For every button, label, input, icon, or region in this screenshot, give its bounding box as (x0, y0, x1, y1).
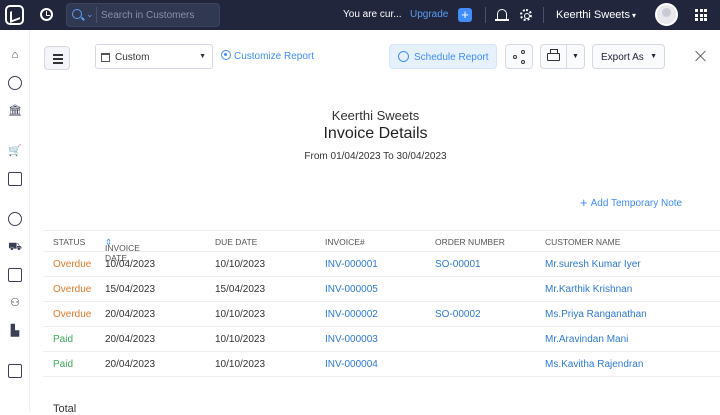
search-icon[interactable] (72, 9, 82, 19)
banking-icon[interactable]: 🏛 (8, 104, 22, 118)
status-cell: Overdue (53, 259, 92, 270)
time-tracking-icon[interactable] (8, 212, 22, 226)
status-cell: Overdue (53, 309, 92, 320)
notifications-bell-icon[interactable] (495, 9, 509, 21)
add-note-label: Add Temporary Note (590, 198, 683, 209)
table-row: Overdue 20/04/2023 10/10/2023 INV-000002… (43, 302, 720, 327)
accountant-icon[interactable] (8, 268, 22, 282)
column-header-invoice-date[interactable]: INVOICE DATE ⇕ (105, 237, 140, 263)
caret-down-icon: ▼ (650, 53, 657, 60)
schedule-report-button[interactable]: Schedule Report (389, 44, 497, 69)
search-box[interactable]: ⌄ (66, 3, 220, 27)
status-cell: Overdue (53, 284, 92, 295)
search-input[interactable] (101, 7, 216, 23)
chevron-down-icon[interactable]: ⌄ (86, 9, 94, 20)
invoice-link[interactable]: INV-000004 (325, 359, 378, 370)
settings-icon (221, 50, 231, 60)
top-bar: ⌄ You are cur... Upgrade + Keerthi Sweet… (0, 0, 720, 30)
table-row: Paid 20/04/2023 10/10/2023 INV-000003 Mr… (43, 327, 720, 352)
close-icon[interactable] (695, 50, 707, 62)
divider (485, 7, 486, 23)
divider (543, 7, 544, 23)
order-link[interactable]: SO-00002 (435, 309, 481, 320)
user-avatar[interactable] (655, 3, 678, 26)
customize-report-link[interactable]: Customize Report (221, 50, 314, 62)
search-divider (96, 7, 97, 23)
table-header: STATUS INVOICE DATE ⇕ DUE DATE INVOICE# … (43, 230, 720, 263)
print-button[interactable]: ▼ (540, 44, 585, 69)
customer-link[interactable]: Mr.Aravindan Mani (545, 334, 628, 345)
add-temporary-note-link[interactable]: + Add Temporary Note (580, 195, 682, 210)
table-row: Overdue 10/04/2023 10/10/2023 INV-000001… (43, 252, 720, 277)
status-cell: Paid (53, 359, 74, 370)
due-date-cell: 10/10/2023 (215, 334, 266, 345)
customize-report-label: Customize Report (234, 51, 315, 62)
status-cell: Paid (53, 334, 74, 345)
column-header-customer-name[interactable]: CUSTOMER NAME (545, 237, 620, 247)
divider (566, 45, 567, 68)
contacts-icon[interactable]: ⚇ (8, 296, 22, 310)
export-label: Export As (601, 52, 644, 63)
due-date-cell: 10/10/2023 (215, 359, 266, 370)
order-link[interactable]: SO-00001 (435, 259, 481, 270)
customer-link[interactable]: Mr.suresh Kumar Iyer (545, 259, 641, 270)
purchases-bag-icon[interactable] (8, 172, 22, 186)
org-switcher[interactable]: Keerthi Sweets ▾ (556, 9, 636, 21)
menu-hamburger-icon[interactable] (44, 46, 70, 70)
documents-icon[interactable] (8, 364, 22, 378)
invoice-date-cell: 20/04/2023 (105, 334, 156, 345)
customer-link[interactable]: Mr.Karthik Krishnan (545, 284, 632, 295)
customer-link[interactable]: Ms.Kavitha Rajendran (545, 359, 643, 370)
share-icon[interactable] (505, 44, 533, 69)
table-row: Overdue 15/04/2023 15/04/2023 INV-000005… (43, 277, 720, 302)
invoice-link[interactable]: INV-000002 (325, 309, 378, 320)
settings-gear-icon[interactable] (520, 9, 532, 21)
clock-icon (398, 51, 409, 62)
invoice-date-cell: 15/04/2023 (105, 284, 156, 295)
report-date-range: From 01/04/2023 To 30/04/2023 (304, 151, 447, 162)
due-date-cell: 10/10/2023 (215, 259, 266, 270)
period-select-value: Custom (115, 52, 150, 63)
home-icon[interactable]: ⌂ (8, 48, 22, 62)
sidebar: ⌂ 🏛 🛒 ⛟ ⚇ ▙ (0, 30, 30, 412)
report-org-name: Keerthi Sweets (331, 108, 420, 123)
eway-bill-truck-icon[interactable]: ⛟ (8, 240, 22, 254)
table-row: Paid 20/04/2023 10/10/2023 INV-000004 Ms… (43, 352, 720, 377)
invoice-link[interactable]: INV-000005 (325, 284, 378, 295)
export-button[interactable]: Export As ▼ (592, 44, 665, 69)
recent-history-icon[interactable] (40, 8, 53, 21)
report-title: Invoice Details (323, 125, 428, 142)
reports-chart-icon[interactable]: ▙ (8, 324, 22, 338)
calendar-icon (101, 53, 110, 62)
upgrade-link[interactable]: Upgrade (410, 9, 448, 20)
column-header-due-date[interactable]: DUE DATE (215, 237, 257, 247)
caret-down-icon[interactable]: ▼ (572, 53, 579, 60)
invoice-date-cell: 10/04/2023 (105, 259, 156, 270)
invoice-link[interactable]: INV-000001 (325, 259, 378, 270)
chevron-down-icon: ▾ (631, 11, 636, 20)
items-icon[interactable] (8, 76, 22, 90)
column-header-invoice-number[interactable]: INVOICE# (325, 237, 365, 247)
customer-link[interactable]: Ms.Priya Ranganathan (545, 309, 647, 320)
column-header-order-number[interactable]: ORDER NUMBER (435, 237, 505, 247)
schedule-report-label: Schedule Report (414, 52, 489, 63)
printer-icon (547, 49, 560, 61)
invoice-link[interactable]: INV-000003 (325, 334, 378, 345)
plus-icon: + (580, 195, 588, 210)
due-date-cell: 15/04/2023 (215, 284, 266, 295)
period-select[interactable]: Custom ▼ (95, 44, 213, 69)
invoice-date-cell: 20/04/2023 (105, 359, 156, 370)
caret-down-icon: ▼ (199, 53, 206, 60)
apps-grid-icon[interactable] (695, 9, 707, 21)
quick-create-plus-icon[interactable]: + (458, 8, 472, 22)
total-row-label: Total (53, 403, 77, 415)
due-date-cell: 10/10/2023 (215, 309, 266, 320)
sales-cart-icon[interactable]: 🛒 (8, 144, 22, 158)
report-main: Custom ▼ Customize Report Schedule Repor… (31, 30, 720, 415)
trial-notice: You are cur... (343, 9, 402, 20)
org-name: Keerthi Sweets (556, 9, 630, 21)
invoice-date-cell: 20/04/2023 (105, 309, 156, 320)
app-logo-icon[interactable] (5, 5, 24, 25)
column-header-status[interactable]: STATUS (53, 237, 85, 247)
